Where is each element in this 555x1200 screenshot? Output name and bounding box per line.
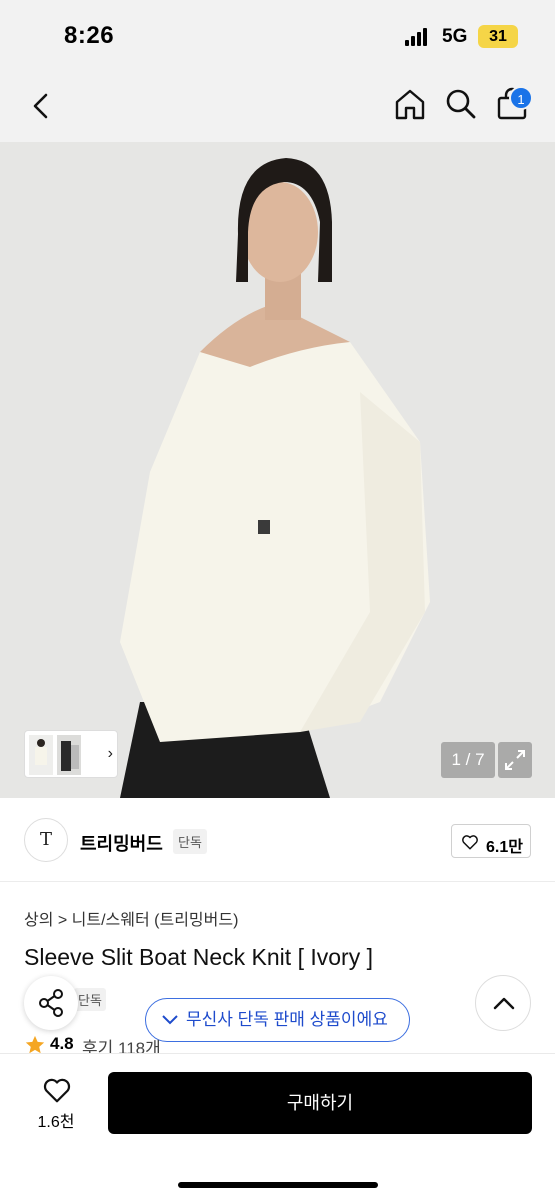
breadcrumb[interactable]: 상의 > 니트/스웨터 (트리밍버드) <box>24 906 238 930</box>
heart-icon[interactable] <box>41 1075 73 1105</box>
rating-value: 4.8 <box>50 1034 74 1053</box>
share-icon <box>39 989 63 1017</box>
chevron-right-icon[interactable]: › <box>108 745 113 763</box>
status-bar: 8:26 5G 31 <box>0 0 555 70</box>
product-title: Sleeve Slit Boat Neck Knit [ Ivory ] <box>24 944 373 970</box>
product-image[interactable] <box>0 142 555 798</box>
share-button[interactable] <box>24 976 78 1030</box>
model-photo <box>0 142 555 798</box>
signal-icon <box>405 28 431 46</box>
chevron-left-icon[interactable] <box>24 88 60 124</box>
exclusive-tag: 단독 <box>74 988 106 1011</box>
status-time: 8:26 <box>64 22 115 49</box>
nav-bar <box>0 70 555 142</box>
scroll-top-button[interactable] <box>475 975 531 1031</box>
cart-count-badge: 1 <box>509 86 533 110</box>
like-count: 6.1만 <box>486 839 523 856</box>
favorite-count: 1.6천 <box>37 1114 75 1131</box>
heart-icon <box>462 835 478 850</box>
image-page-counter: 1 / 7 <box>441 742 495 778</box>
exclusive-toast: 무신사 단독 판매 상품이에요 <box>145 998 410 1042</box>
thumbnail-strip[interactable]: › <box>24 730 118 778</box>
network-label: 5G <box>442 26 468 47</box>
brand-logo[interactable]: T <box>24 818 68 862</box>
thumbnail-image[interactable] <box>29 735 53 775</box>
brand-exclusive-tag: 단독 <box>173 829 207 854</box>
brand-name[interactable]: 트리밍버드 <box>80 830 163 856</box>
home-indicator <box>178 1182 378 1188</box>
home-icon[interactable] <box>392 86 428 122</box>
toast-text: 무신사 단독 판매 상품이에요 <box>186 1010 388 1029</box>
thumbnail-image[interactable] <box>57 735 81 775</box>
check-icon <box>162 1015 178 1025</box>
buy-button[interactable]: 구매하기 <box>108 1072 532 1134</box>
brand-like-button[interactable]: 6.1만 <box>451 824 531 858</box>
search-icon[interactable] <box>443 86 479 122</box>
battery-icon: 31 <box>478 25 518 48</box>
brand-row[interactable]: T 트리밍버드 단독 6.1만 <box>0 800 555 882</box>
chevron-up-icon <box>493 997 515 1010</box>
expand-icon[interactable] <box>498 742 532 778</box>
